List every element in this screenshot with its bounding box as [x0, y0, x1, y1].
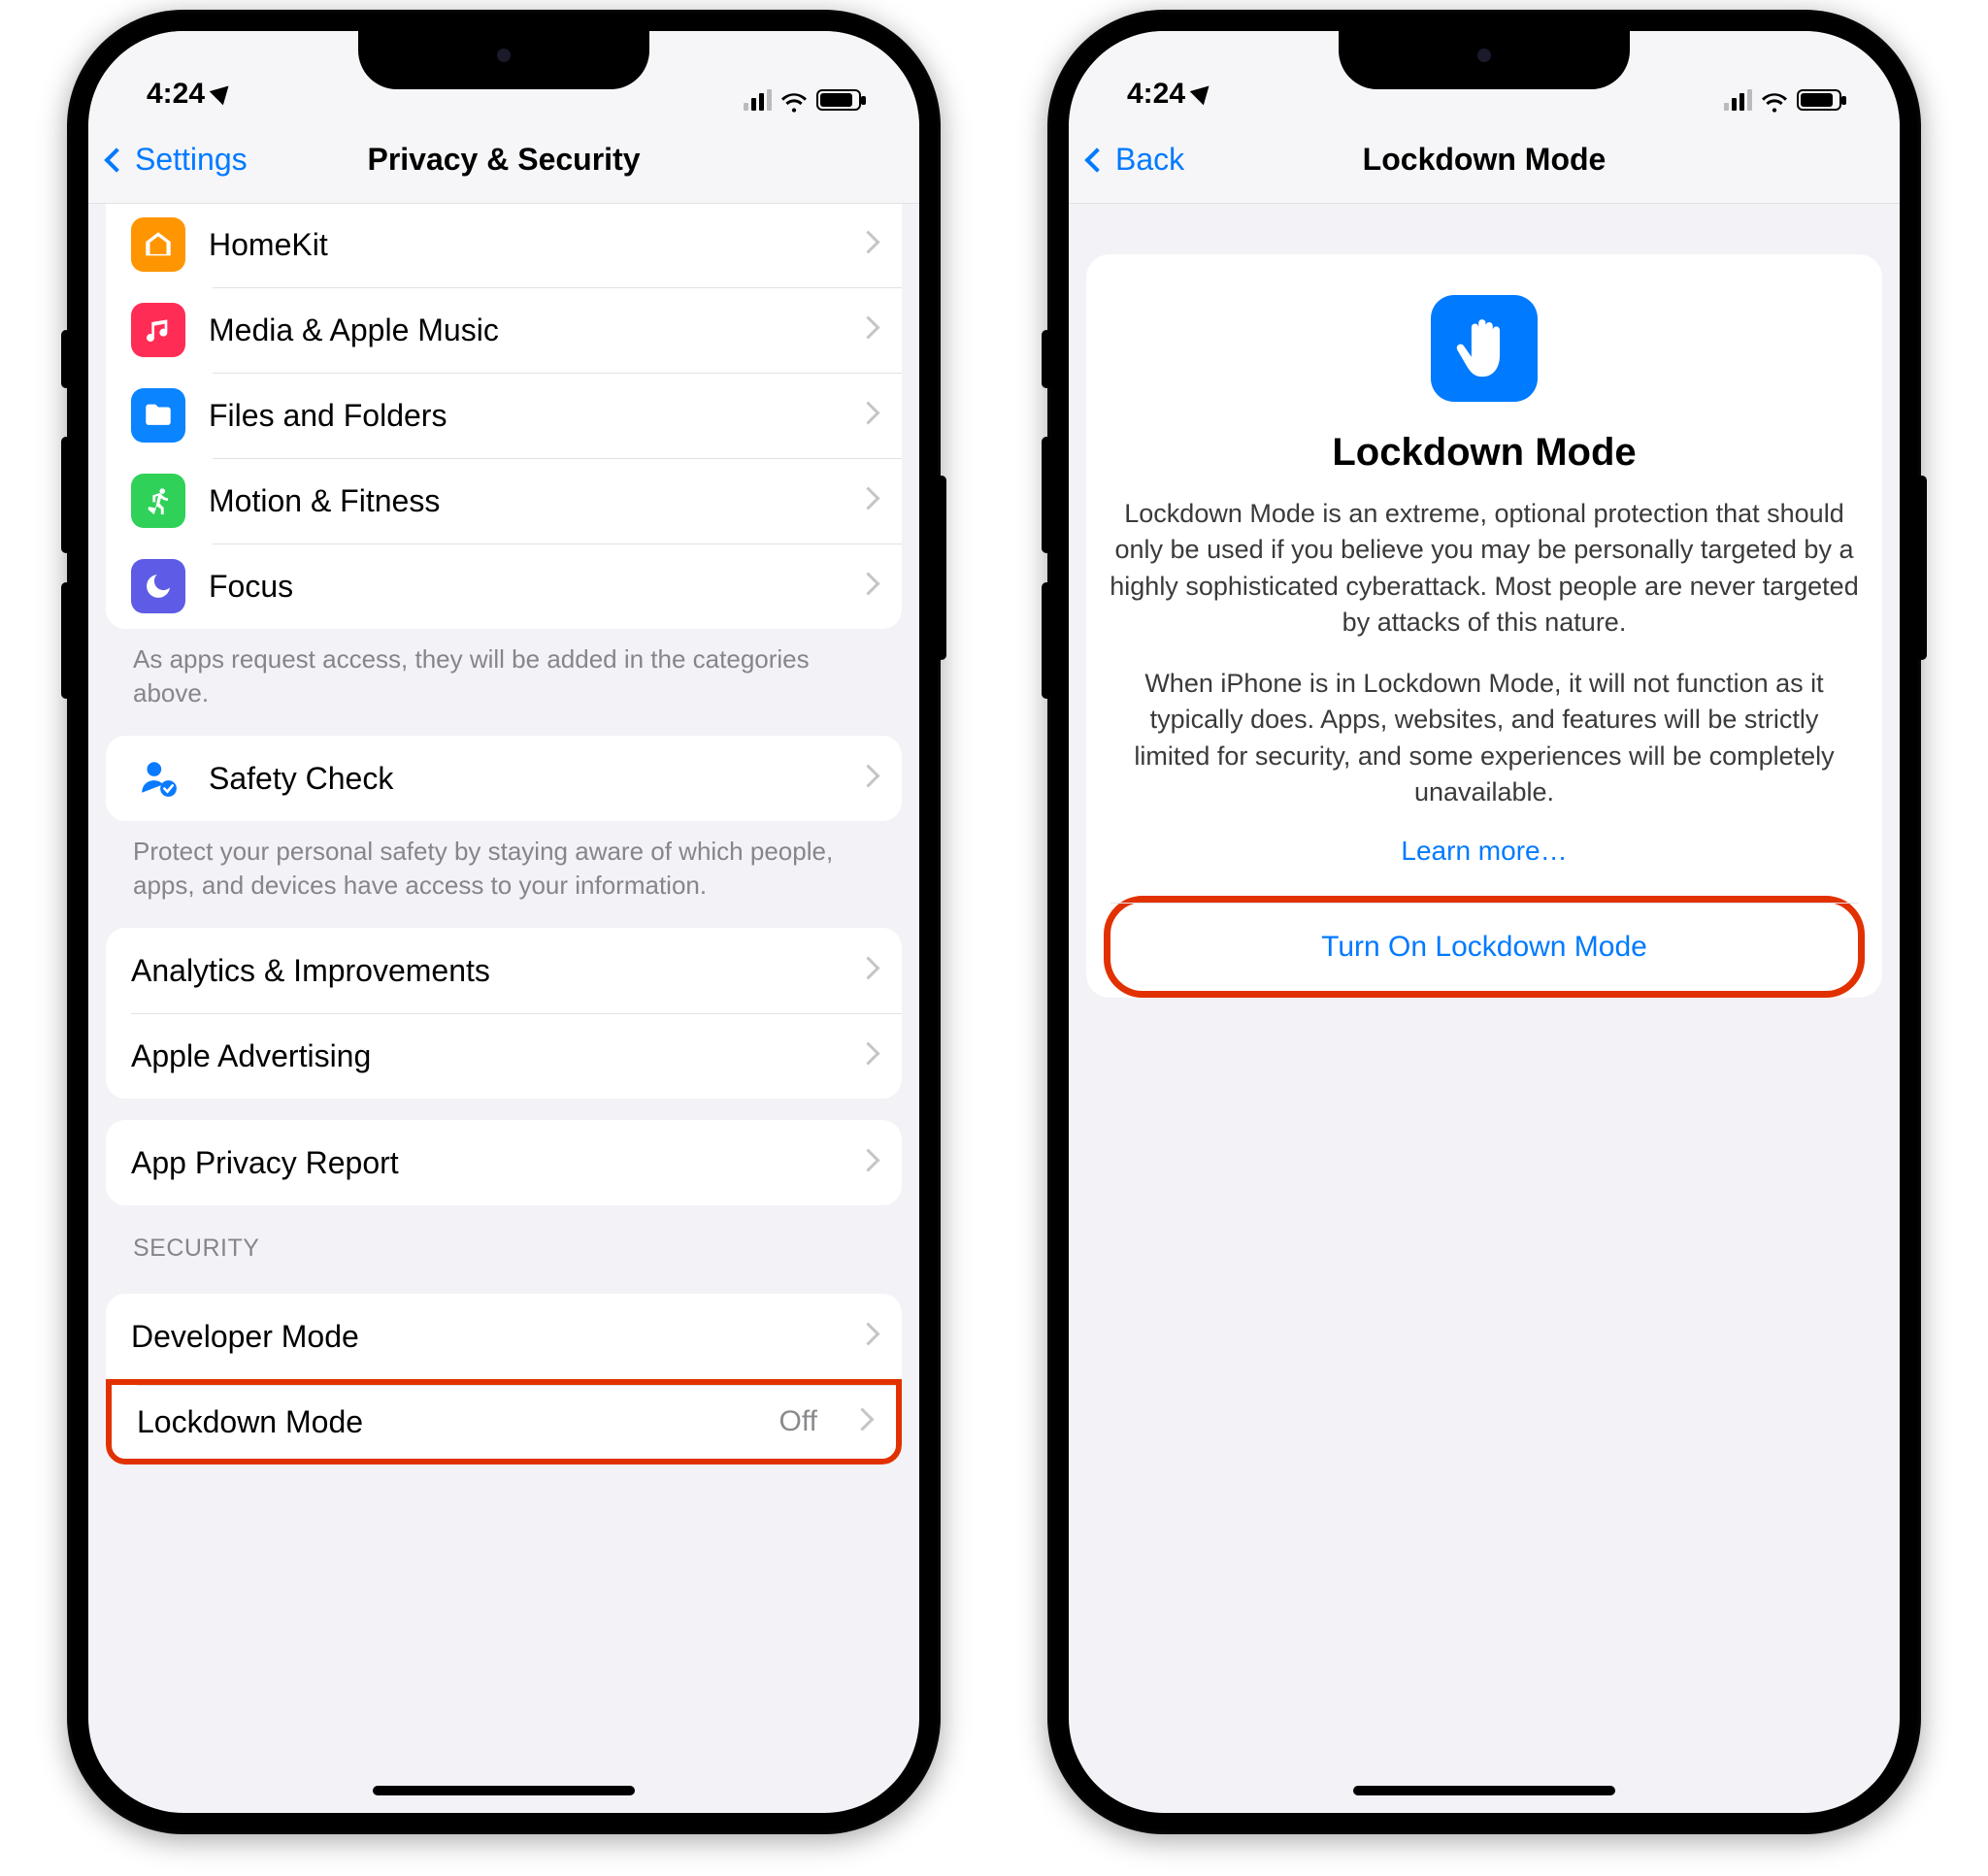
folder-icon — [131, 388, 185, 443]
chevron-left-icon — [104, 148, 128, 172]
nav-bar: Settings Privacy & Security — [88, 116, 919, 204]
notch — [358, 31, 649, 89]
nav-bar: Back Lockdown Mode — [1069, 116, 1900, 204]
page-title: Lockdown Mode — [1069, 142, 1900, 178]
chevron-right-icon — [846, 1152, 877, 1173]
fitness-icon — [131, 474, 185, 528]
row-label: Analytics & Improvements — [131, 953, 823, 989]
chevron-right-icon — [846, 405, 877, 426]
row-media-music[interactable]: Media & Apple Music — [106, 287, 902, 373]
card-paragraph-2: When iPhone is in Lockdown Mode, it will… — [1106, 666, 1863, 810]
row-safety-check[interactable]: Safety Check — [106, 736, 902, 821]
row-analytics[interactable]: Analytics & Improvements — [106, 928, 902, 1013]
row-label: Media & Apple Music — [209, 313, 823, 348]
back-button[interactable]: Settings — [108, 142, 248, 178]
hand-stop-icon — [1431, 295, 1538, 402]
wifi-icon — [1762, 89, 1787, 111]
cellular-signal-icon — [1724, 89, 1752, 111]
card-paragraph-1: Lockdown Mode is an extreme, optional pr… — [1106, 496, 1863, 641]
homekit-icon — [131, 217, 185, 272]
row-value: Off — [779, 1405, 817, 1438]
chevron-right-icon — [846, 490, 877, 511]
section-header-security: SECURITY — [106, 1205, 902, 1272]
row-apple-advertising[interactable]: Apple Advertising — [106, 1013, 902, 1099]
turn-on-highlight: Turn On Lockdown Mode — [1104, 896, 1865, 998]
chevron-right-icon — [846, 234, 877, 255]
row-label: Motion & Fitness — [209, 483, 823, 519]
location-arrow-icon — [1190, 79, 1216, 105]
row-motion-fitness[interactable]: Motion & Fitness — [106, 458, 902, 543]
row-focus[interactable]: Focus — [106, 543, 902, 629]
hw-power-button — [1917, 476, 1927, 660]
home-indicator[interactable] — [1353, 1786, 1615, 1795]
back-label: Settings — [135, 142, 248, 178]
row-label: HomeKit — [209, 227, 823, 263]
turn-on-lockdown-button[interactable]: Turn On Lockdown Mode — [1110, 903, 1858, 991]
hw-power-button — [937, 476, 946, 660]
iphone-frame-right: 4:24 Back Lockdown Mode — [1047, 10, 1921, 1834]
music-icon — [131, 303, 185, 357]
status-time: 4:24 — [147, 78, 205, 111]
row-developer-mode[interactable]: Developer Mode — [106, 1294, 902, 1379]
privacy-categories-group: HomeKit Media & Apple Music Files and Fo… — [106, 204, 902, 629]
row-homekit[interactable]: HomeKit — [106, 204, 902, 287]
group-footer: Protect your personal safety by staying … — [106, 821, 902, 906]
learn-more-link[interactable]: Learn more… — [1401, 836, 1567, 867]
row-label: Apple Advertising — [131, 1038, 823, 1074]
notch — [1339, 31, 1630, 89]
back-label: Back — [1115, 142, 1184, 178]
chevron-right-icon — [846, 1326, 877, 1347]
location-arrow-icon — [210, 79, 236, 105]
wifi-icon — [781, 89, 807, 111]
chevron-right-icon — [846, 768, 877, 789]
battery-icon — [1797, 89, 1841, 111]
row-label: Safety Check — [209, 761, 823, 797]
home-indicator[interactable] — [373, 1786, 635, 1795]
hw-volume-up — [61, 437, 71, 553]
row-label: Developer Mode — [131, 1319, 823, 1355]
card-title: Lockdown Mode — [1106, 431, 1863, 475]
row-label: App Privacy Report — [131, 1145, 823, 1181]
row-label: Focus — [209, 569, 823, 605]
group-footer: As apps request access, they will be add… — [106, 629, 902, 714]
focus-moon-icon — [131, 559, 185, 613]
row-lockdown-mode[interactable]: Lockdown Mode Off — [106, 1379, 902, 1465]
chevron-right-icon — [846, 576, 877, 597]
safety-check-group: Safety Check — [106, 736, 902, 821]
back-button[interactable]: Back — [1088, 142, 1184, 178]
chevron-left-icon — [1084, 148, 1109, 172]
hw-mute-switch — [61, 330, 71, 388]
chevron-right-icon — [846, 1045, 877, 1067]
row-label: Files and Folders — [209, 398, 823, 434]
cellular-signal-icon — [744, 89, 772, 111]
lockdown-card: Lockdown Mode Lockdown Mode is an extrem… — [1086, 254, 1882, 998]
row-label: Lockdown Mode — [137, 1404, 756, 1440]
chevron-right-icon — [841, 1411, 871, 1432]
row-files-folders[interactable]: Files and Folders — [106, 373, 902, 458]
app-privacy-group: App Privacy Report — [106, 1120, 902, 1205]
battery-icon — [816, 89, 861, 111]
hw-volume-up — [1042, 437, 1051, 553]
hw-volume-down — [61, 582, 71, 699]
row-app-privacy-report[interactable]: App Privacy Report — [106, 1120, 902, 1205]
status-time: 4:24 — [1127, 78, 1185, 111]
analytics-group: Analytics & Improvements Apple Advertisi… — [106, 928, 902, 1099]
chevron-right-icon — [846, 960, 877, 981]
iphone-frame-left: 4:24 Settings Privacy & Security — [67, 10, 941, 1834]
hw-volume-down — [1042, 582, 1051, 699]
chevron-right-icon — [846, 319, 877, 341]
safety-check-icon — [131, 758, 185, 799]
security-group: Developer Mode Lockdown Mode Off — [106, 1294, 902, 1465]
hw-mute-switch — [1042, 330, 1051, 388]
